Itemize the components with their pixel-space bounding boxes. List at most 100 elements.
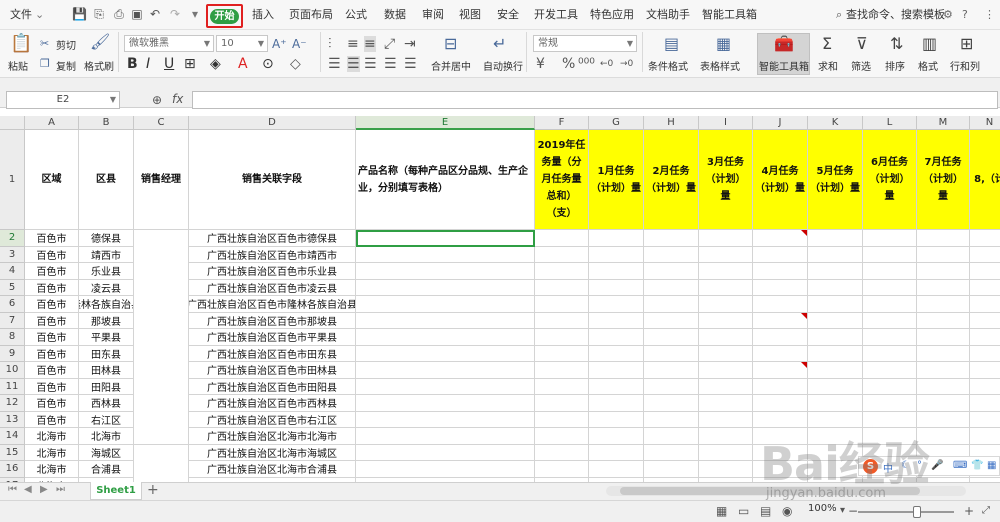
table-cell[interactable] bbox=[970, 346, 1000, 362]
column-header-e[interactable]: E bbox=[356, 116, 535, 130]
sales-manager-cell[interactable] bbox=[134, 395, 189, 412]
conditional-format-icon[interactable]: ▤ bbox=[664, 36, 679, 52]
column-header-j[interactable]: J bbox=[753, 116, 808, 130]
table-cell[interactable] bbox=[808, 362, 863, 379]
table-cell[interactable] bbox=[644, 444, 699, 461]
align-center-icon[interactable]: ☰ bbox=[347, 56, 360, 72]
product-name-cell[interactable] bbox=[356, 296, 535, 313]
file-menu-chevron-icon[interactable]: ⌄ bbox=[35, 0, 44, 30]
table-cell[interactable] bbox=[970, 263, 1000, 280]
column-header-h[interactable]: H bbox=[644, 116, 699, 130]
sum-icon[interactable]: Σ bbox=[822, 36, 832, 52]
ime-language-icon[interactable]: 中 bbox=[883, 460, 893, 475]
region-cell[interactable]: 百色市 bbox=[25, 329, 79, 346]
header-cell-h[interactable]: 2月任务（计划）量 bbox=[644, 130, 699, 230]
cut-icon[interactable]: ✂ bbox=[40, 36, 49, 52]
undo-icon[interactable]: ↶ bbox=[148, 7, 162, 21]
table-cell[interactable] bbox=[863, 246, 917, 263]
sales-manager-cell[interactable] bbox=[134, 444, 189, 461]
table-cell[interactable] bbox=[863, 411, 917, 428]
table-cell[interactable] bbox=[644, 461, 699, 478]
table-cell[interactable] bbox=[753, 444, 808, 461]
region-cell[interactable]: 北海市 bbox=[25, 444, 79, 461]
table-cell[interactable] bbox=[863, 428, 917, 445]
table-cell[interactable] bbox=[970, 296, 1000, 313]
table-cell[interactable] bbox=[808, 345, 863, 362]
more-icon[interactable]: ⋮ bbox=[984, 0, 995, 30]
column-header-i[interactable]: I bbox=[699, 116, 753, 130]
column-header-a[interactable]: A bbox=[25, 116, 79, 130]
filter-icon[interactable]: ⊽ bbox=[856, 36, 868, 52]
sales-field-cell[interactable]: 广西壮族自治区百色市平果县 bbox=[189, 329, 356, 346]
column-header-l[interactable]: L bbox=[863, 116, 917, 130]
column-header-d[interactable]: D bbox=[189, 116, 356, 130]
column-header-g[interactable]: G bbox=[589, 116, 644, 130]
table-cell[interactable] bbox=[917, 246, 970, 263]
table-cell[interactable] bbox=[589, 312, 644, 329]
table-cell[interactable] bbox=[589, 230, 644, 247]
table-cell[interactable] bbox=[644, 362, 699, 379]
table-cell[interactable] bbox=[917, 378, 970, 395]
county-cell[interactable]: 西林县 bbox=[79, 395, 134, 412]
region-cell[interactable]: 百色市 bbox=[25, 312, 79, 329]
sales-manager-cell[interactable] bbox=[134, 246, 189, 263]
product-name-cell[interactable] bbox=[356, 329, 535, 346]
zoom-in-icon[interactable]: + bbox=[964, 503, 974, 519]
row-header[interactable]: 5 bbox=[0, 279, 25, 296]
border-icon[interactable]: ⊞ bbox=[184, 56, 196, 72]
table-cell[interactable] bbox=[644, 395, 699, 412]
table-cell[interactable] bbox=[535, 329, 589, 346]
table-cell[interactable] bbox=[753, 263, 808, 280]
table-cell[interactable] bbox=[970, 280, 1000, 296]
table-cell[interactable] bbox=[753, 312, 808, 329]
currency-icon[interactable]: ¥ bbox=[536, 56, 545, 72]
table-cell[interactable] bbox=[589, 395, 644, 412]
print-preview-icon[interactable]: ▣ bbox=[130, 7, 144, 21]
comment-indicator-icon[interactable] bbox=[801, 230, 807, 236]
table-cell[interactable] bbox=[917, 312, 970, 329]
sales-field-cell[interactable]: 广西壮族自治区百色市凌云县 bbox=[189, 279, 356, 296]
table-cell[interactable] bbox=[753, 230, 808, 247]
sales-manager-cell[interactable] bbox=[134, 345, 189, 362]
align-middle-icon[interactable]: ≡ bbox=[347, 36, 359, 52]
last-sheet-icon[interactable]: ⏭ bbox=[56, 484, 65, 495]
orientation-icon[interactable]: ⤢ bbox=[384, 36, 395, 52]
table-cell[interactable] bbox=[863, 230, 917, 247]
page-layout-view-icon[interactable]: ▭ bbox=[738, 503, 749, 519]
reading-mode-icon[interactable]: ◉ bbox=[782, 503, 792, 519]
table-cell[interactable] bbox=[917, 279, 970, 296]
formula-input[interactable] bbox=[192, 91, 998, 109]
row-header[interactable]: 3 bbox=[0, 246, 25, 263]
row-header[interactable]: 6 bbox=[0, 296, 25, 313]
table-cell[interactable] bbox=[589, 444, 644, 461]
county-cell[interactable]: 凌云县 bbox=[79, 279, 134, 296]
table-cell[interactable] bbox=[808, 428, 863, 445]
row-col-button[interactable]: 行和列 bbox=[950, 58, 980, 73]
spreadsheet-grid[interactable]: A B C D E F G H I J K L M N 1 区域 区县 销售经理 销售关联字段 产品名称（每种产品区分… bbox=[0, 116, 1000, 482]
align-left-icon[interactable]: ☰ bbox=[328, 56, 341, 72]
tab-smart-toolbox[interactable]: 智能工具箱 bbox=[702, 0, 757, 30]
zoom-slider-knob[interactable] bbox=[913, 506, 921, 518]
table-cell[interactable] bbox=[535, 444, 589, 461]
sales-manager-cell[interactable] bbox=[134, 362, 189, 379]
sales-field-cell[interactable]: 广西壮族自治区北海市合浦县 bbox=[189, 461, 356, 478]
number-format-select[interactable]: 常规 ▼ bbox=[533, 35, 637, 52]
product-name-cell[interactable] bbox=[356, 461, 535, 478]
header-cell-c[interactable]: 销售经理 bbox=[134, 130, 189, 230]
auto-wrap-button[interactable]: 自动换行 bbox=[483, 58, 523, 73]
ime-keyboard-icon[interactable]: ⌨ bbox=[953, 460, 967, 471]
county-cell[interactable]: 右江区 bbox=[79, 411, 134, 428]
table-cell[interactable] bbox=[589, 378, 644, 395]
table-cell[interactable] bbox=[589, 411, 644, 428]
header-cell-j[interactable]: 4月任务（计划）量 bbox=[753, 130, 808, 230]
conditional-format-button[interactable]: 条件格式 bbox=[648, 58, 688, 73]
table-cell[interactable] bbox=[644, 279, 699, 296]
table-cell[interactable] bbox=[535, 312, 589, 329]
zoom-out-icon[interactable]: − bbox=[848, 503, 858, 519]
table-cell[interactable] bbox=[699, 411, 753, 428]
table-style-icon[interactable]: ▦ bbox=[716, 36, 731, 52]
ime-menu-icon[interactable]: ▦ bbox=[987, 460, 996, 471]
table-cell[interactable] bbox=[535, 345, 589, 362]
product-name-cell[interactable] bbox=[356, 312, 535, 329]
clear-format-icon[interactable]: ◇ bbox=[290, 56, 301, 72]
